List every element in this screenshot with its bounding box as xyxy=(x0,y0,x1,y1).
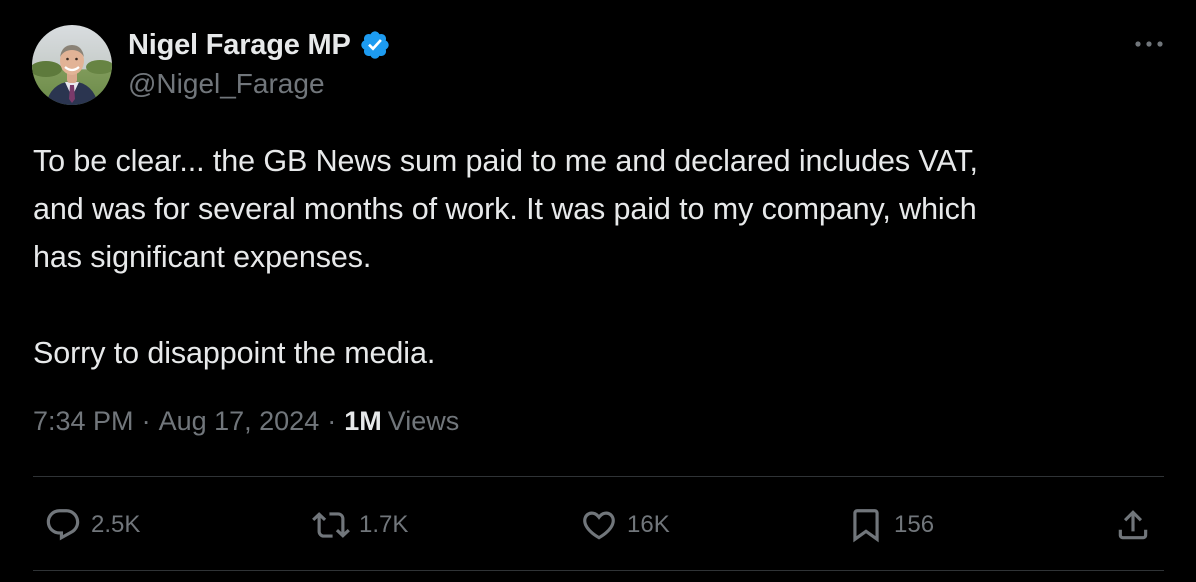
more-horizontal-icon xyxy=(1132,36,1166,54)
avatar[interactable] xyxy=(32,25,112,105)
bookmark-icon xyxy=(847,506,885,544)
repost-count: 1.7K xyxy=(359,511,409,538)
more-options-button[interactable] xyxy=(1132,30,1166,60)
tweet-closing-line: Sorry to disappoint the media. xyxy=(33,336,436,370)
reply-button[interactable]: 2.5K xyxy=(44,505,140,545)
tweet-time[interactable]: 7:34 PM xyxy=(33,406,134,437)
views-label[interactable]: Views xyxy=(388,406,460,437)
reply-count: 2.5K xyxy=(91,511,141,538)
bookmark-count: 156 xyxy=(894,511,935,538)
tweet-text: To be clear... the GB News sum paid to m… xyxy=(33,137,1163,377)
tweet-metadata: 7:34 PM · Aug 17, 2024 · 1M Views xyxy=(33,406,459,437)
like-count: 16K xyxy=(627,511,670,538)
divider xyxy=(33,476,1164,477)
tweet-text-line: and was for several months of work. It w… xyxy=(33,192,977,226)
share-button[interactable] xyxy=(1114,505,1152,545)
author-name-row: Nigel Farage MP xyxy=(128,27,391,63)
meta-separator: · xyxy=(141,406,151,436)
author-handle[interactable]: @Nigel_Farage xyxy=(128,68,325,100)
tweet-date[interactable]: Aug 17, 2024 xyxy=(159,406,320,437)
verified-badge-icon[interactable] xyxy=(359,29,391,61)
bookmark-button[interactable]: 156 xyxy=(847,505,934,545)
meta-separator: · xyxy=(327,406,337,436)
share-icon xyxy=(1114,506,1152,544)
views-count[interactable]: 1M xyxy=(344,406,382,437)
tweet-card: Nigel Farage MP @Nigel_Farage To be clea… xyxy=(0,0,1196,582)
reply-icon xyxy=(44,506,82,544)
repost-button[interactable]: 1.7K xyxy=(312,505,408,545)
divider xyxy=(33,570,1164,571)
repost-icon xyxy=(312,506,350,544)
heart-icon xyxy=(580,506,618,544)
author-display-name[interactable]: Nigel Farage MP xyxy=(128,29,351,62)
tweet-text-line: has significant expenses. xyxy=(33,240,372,274)
tweet-text-line: To be clear... the GB News sum paid to m… xyxy=(33,144,978,178)
like-button[interactable]: 16K xyxy=(580,505,670,545)
